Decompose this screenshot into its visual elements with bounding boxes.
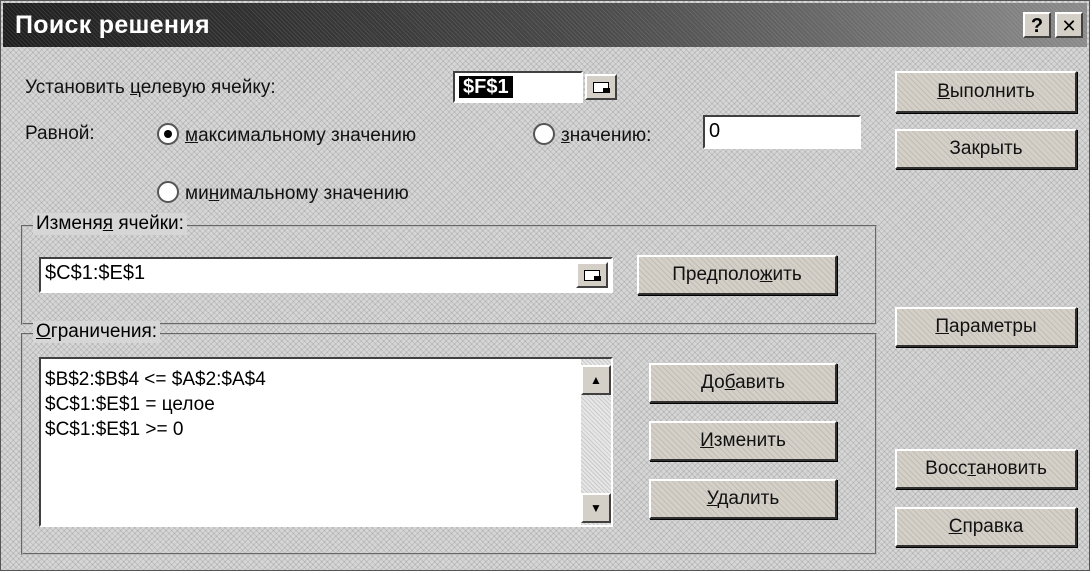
reset-label-hotkey: т [967, 458, 976, 479]
radio-max-label[interactable]: максимальному значению [185, 125, 416, 147]
constraints-list: $B$2:$B$4 <= $A$2:$A$4 $C$1:$E$1 = целое… [41, 359, 611, 442]
radio-min-before: ми [185, 183, 209, 204]
value-input[interactable]: 0 [703, 115, 861, 149]
change-label-hotkey: И [700, 430, 714, 451]
close-button[interactable]: Закрыть [895, 129, 1077, 169]
constraints-listbox[interactable]: $B$2:$B$4 <= $A$2:$A$4 $C$1:$E$1 = целое… [39, 357, 613, 527]
target-label-part: Установить [25, 77, 131, 98]
radio-value[interactable] [533, 123, 555, 145]
reset-label-rest: ановить [975, 458, 1047, 479]
target-label-hotkey: ц [130, 77, 141, 98]
solve-label-hotkey: В [937, 81, 950, 102]
changing-label-hotkey: я [102, 213, 114, 234]
add-label-hotkey: б [724, 372, 736, 393]
add-label-rest: авить [735, 372, 785, 393]
target-collapse-icon[interactable] [585, 74, 617, 100]
radio-min-hotkey: н [208, 183, 220, 204]
window-title: Поиск решения [15, 11, 210, 39]
radio-min[interactable] [157, 181, 179, 203]
radio-min-rest: имальному значению [219, 183, 409, 204]
help-label-rest: правка [962, 516, 1024, 537]
radio-max-hotkey: м [185, 125, 199, 146]
close-icon[interactable]: ✕ [1055, 12, 1083, 38]
guess-label-hotkey: ж [759, 264, 773, 285]
radio-value-hotkey: з [561, 125, 570, 146]
solver-dialog: Поиск решения ? ✕ Установить целевую яче… [0, 0, 1090, 571]
radio-value-rest: начению: [569, 125, 652, 146]
scroll-up-icon[interactable]: ▲ [581, 365, 611, 395]
guess-label-before: Предполо [672, 264, 760, 285]
solve-button[interactable]: Выполнить [895, 71, 1077, 113]
constraints-label-hotkey: О [36, 321, 51, 342]
scroll-down-icon[interactable]: ▼ [581, 493, 611, 523]
options-label-hotkey: П [935, 316, 950, 337]
radio-max[interactable] [157, 123, 179, 145]
list-item[interactable]: $C$1:$E$1 >= 0 [41, 417, 611, 442]
guess-button[interactable]: Предположить [637, 255, 837, 295]
changing-collapse-icon[interactable] [576, 262, 608, 288]
reset-label-before: Восс [925, 458, 968, 479]
target-cell-input[interactable]: $F$1 [453, 71, 583, 103]
options-button[interactable]: Параметры [895, 307, 1077, 347]
constraints-label-rest: граничения: [50, 321, 158, 342]
guess-label-rest: ить [772, 264, 802, 285]
delete-label-rest: далить [717, 488, 780, 509]
reset-all-button[interactable]: Восстановить [895, 449, 1077, 489]
target-cell-value: $F$1 [459, 76, 513, 98]
add-label-before: До [701, 372, 725, 393]
options-label-rest: араметры [949, 316, 1037, 337]
solve-label-rest: ыполнить [949, 81, 1035, 102]
delete-button[interactable]: Удалить [649, 479, 837, 519]
constraints-label: Ограничения: [33, 321, 161, 343]
radio-value-label[interactable]: значению: [561, 125, 651, 147]
constraints-scrollbar[interactable]: ▲ ▼ [581, 359, 611, 525]
changing-cells-input[interactable]: $C$1:$E$1 [39, 257, 613, 293]
target-cell-label: Установить целевую ячейку: [25, 77, 276, 99]
changing-label-rest: ячейки: [113, 213, 184, 234]
change-label-rest: зменить [713, 430, 786, 451]
help-icon[interactable]: ? [1023, 12, 1051, 38]
target-label-rest: елевую ячейку: [140, 77, 276, 98]
add-button[interactable]: Добавить [649, 363, 837, 403]
list-item[interactable]: $B$2:$B$4 <= $A$2:$A$4 [41, 367, 611, 392]
list-item[interactable]: $C$1:$E$1 = целое [41, 392, 611, 417]
equal-to-label: Равной: [25, 123, 95, 144]
radio-max-rest: аксимальному значению [198, 125, 417, 146]
help-button[interactable]: Справка [895, 507, 1077, 547]
radio-min-label[interactable]: минимальному значению [185, 183, 409, 205]
change-button[interactable]: Изменить [649, 421, 837, 461]
changing-label-before: Изменя [36, 213, 103, 234]
title-bar[interactable]: Поиск решения ? ✕ [3, 3, 1087, 47]
help-label-hotkey: С [948, 516, 963, 537]
delete-label-hotkey: У [706, 488, 718, 509]
changing-cells-label: Изменяя ячейки: [33, 213, 187, 235]
